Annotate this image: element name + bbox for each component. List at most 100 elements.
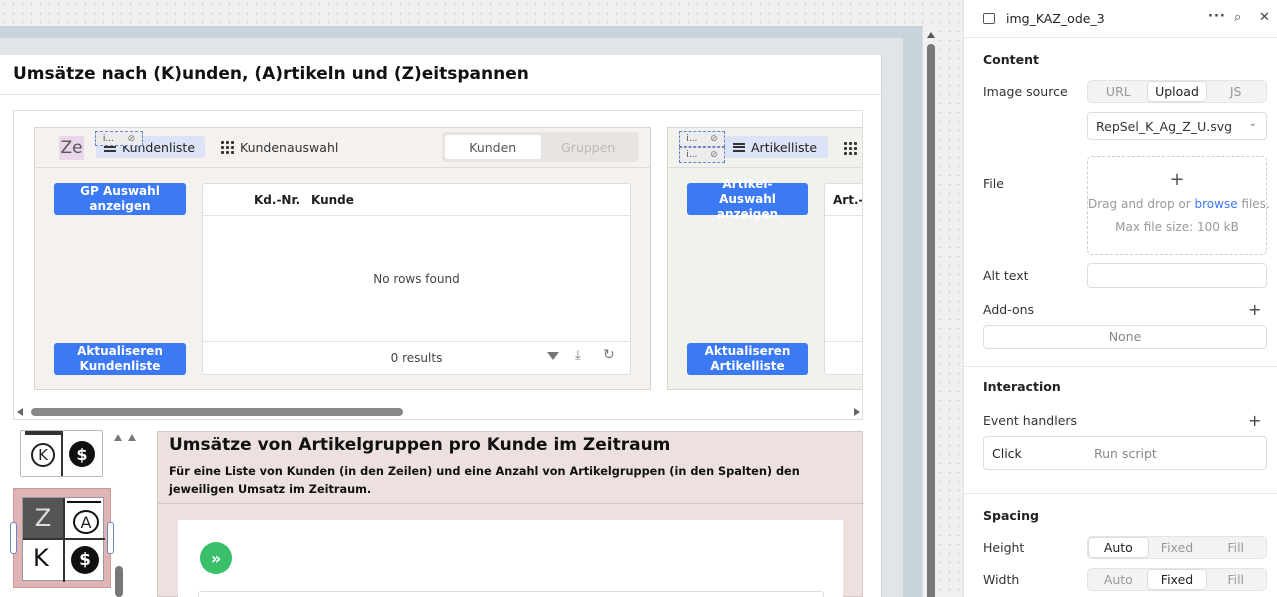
width-fixed[interactable]: Fixed	[1147, 570, 1207, 589]
canvas-scrollbar[interactable]	[922, 26, 938, 597]
add-addon-icon[interactable]: +	[1248, 300, 1261, 319]
table-header: Art.-...	[825, 184, 862, 216]
scroll-thumb-h[interactable]	[31, 408, 403, 416]
resize-handle-left[interactable]	[10, 522, 17, 554]
more-icon[interactable]: ···	[1208, 9, 1226, 24]
add-event-handler-icon[interactable]: +	[1248, 411, 1261, 430]
alt-text-input[interactable]	[1087, 263, 1267, 288]
hidden-badge-2[interactable]: i... ⊘	[679, 147, 725, 163]
refresh-icon[interactable]: ↻	[603, 347, 615, 363]
move-up-icon-2[interactable]	[128, 434, 136, 441]
close-icon[interactable]: ✕	[1259, 10, 1270, 25]
height-fixed[interactable]: Fixed	[1148, 538, 1207, 557]
col-kdnr[interactable]: Kd.-Nr.	[254, 193, 300, 207]
kunden-panel: Ze Kundenliste i... ⊘ Kundenauswahl Kund…	[34, 127, 651, 390]
scroll-up-arrow-icon[interactable]	[927, 32, 935, 38]
kunden-table: Kd.-Nr. Kunde No rows found 0 results ⤓ …	[202, 183, 631, 375]
search-icon[interactable]: ⌕	[1234, 10, 1241, 25]
scroll-left-arrow-icon[interactable]	[17, 408, 23, 416]
empty-message: No rows found	[373, 272, 460, 286]
divider	[964, 37, 1277, 38]
chevron-down-icon: ⌄	[1248, 118, 1257, 129]
artikel-auswahl-button[interactable]: Artikel-Auswahl anzeigen	[687, 177, 808, 221]
toggle-kunden[interactable]: Kunden	[445, 135, 541, 159]
results-count: 0 results	[390, 351, 443, 365]
event-handler-row[interactable]: Click Run script	[983, 436, 1267, 470]
height-toggle[interactable]: Auto Fixed Fill	[1087, 536, 1267, 559]
move-up-icon[interactable]	[114, 434, 122, 441]
section-description: Für eine Liste von Kunden (in den Zeilen…	[169, 465, 800, 496]
tab-artikelliste-label: Artikelliste	[751, 139, 818, 155]
width-fill[interactable]: Fill	[1206, 570, 1265, 589]
event-name: Click	[992, 446, 1022, 461]
source-upload[interactable]: Upload	[1147, 82, 1207, 101]
grid-icon	[221, 140, 234, 154]
height-fill[interactable]: Fill	[1206, 538, 1265, 557]
eye-off-icon: ⊘	[127, 133, 136, 144]
dollar-icon-2: $	[71, 546, 99, 574]
tab-kundenauswahl[interactable]: Kundenauswahl	[213, 136, 346, 158]
source-url[interactable]: URL	[1089, 82, 1148, 101]
event-action: Run script	[1094, 446, 1157, 461]
refresh-kundenliste-button[interactable]: Aktualiseren Kundenliste	[54, 343, 186, 375]
table-footer	[825, 341, 862, 374]
tab-kundenauswahl-label: Kundenauswahl	[240, 139, 339, 155]
component-name[interactable]: img_KAZ_ode_3	[1006, 11, 1105, 26]
resize-handle-right[interactable]	[107, 522, 114, 554]
source-js[interactable]: JS	[1206, 82, 1265, 101]
file-dropzone[interactable]: + Drag and drop or browse files. Max fil…	[1087, 156, 1270, 255]
hidden-badge[interactable]: i... ⊘	[95, 131, 143, 146]
download-icon[interactable]: ⤓	[575, 348, 581, 363]
tab-artikelliste[interactable]: Artikelliste	[725, 136, 828, 158]
editor-canvas: Umsätze nach (K)unden, (A)rtikeln und (Z…	[0, 0, 963, 597]
height-auto[interactable]: Auto	[1089, 538, 1148, 557]
arrow-right-icon	[67, 501, 101, 503]
col-kunde[interactable]: Kunde	[311, 193, 354, 207]
toggle-gruppen[interactable]: Gruppen	[541, 135, 637, 159]
k-icon-2: K	[33, 544, 49, 572]
thumb-kd-image[interactable]: K $	[20, 430, 103, 477]
artikel-table: Art.-...	[824, 183, 862, 375]
artikel-panel-header: i... ⊘ i... ⊘ Artikelliste	[668, 128, 862, 168]
file-select[interactable]: RepSel_K_Ag_Z_U.svg ⌄	[1087, 112, 1267, 140]
spacing-section-title: Spacing	[983, 508, 1039, 523]
content-section-title: Content	[983, 52, 1039, 67]
refresh-artikelliste-button[interactable]: Aktualiseren Artikelliste	[687, 343, 808, 375]
width-toggle[interactable]: Auto Fixed Fill	[1087, 568, 1267, 591]
hidden-badge-2-label: i...	[686, 150, 698, 160]
drop-text-pre: Drag and drop or	[1088, 197, 1195, 211]
hidden-badge-1[interactable]: i... ⊘	[679, 131, 725, 147]
addons-box[interactable]: None	[983, 325, 1267, 349]
thumb-zakd-image-selected[interactable]: Z A K $	[10, 488, 114, 588]
section-inner-table	[198, 591, 824, 597]
page-title: Umsätze nach (K)unden, (A)rtikeln und (Z…	[13, 64, 529, 84]
col-artnr[interactable]: Art.-...	[833, 193, 862, 207]
logo-ze: Ze	[59, 136, 84, 160]
container-scrollbar[interactable]	[17, 406, 860, 418]
horizontal-container: Ze Kundenliste i... ⊘ Kundenauswahl Kund…	[13, 110, 863, 420]
section-inner-card: »	[178, 520, 843, 597]
kunden-gruppen-toggle[interactable]: Kunden Gruppen	[442, 132, 639, 162]
alt-text-label: Alt text	[983, 268, 1029, 283]
drop-text-post: files.	[1237, 197, 1270, 211]
addons-value: None	[1108, 329, 1142, 344]
forward-icon[interactable]: »	[200, 542, 232, 574]
image-source-toggle[interactable]: URL Upload JS	[1087, 80, 1267, 103]
plus-icon: +	[1169, 169, 1185, 190]
browse-link[interactable]: browse	[1195, 197, 1238, 211]
grid-icon[interactable]	[844, 142, 857, 155]
a-icon: A	[73, 510, 99, 534]
table-footer: 0 results ⤓ ↻	[203, 341, 630, 374]
width-auto[interactable]: Auto	[1089, 570, 1148, 589]
scroll-right-arrow-icon[interactable]	[854, 408, 860, 416]
hidden-badge-1-label: i...	[686, 134, 698, 144]
thumb-bar	[25, 431, 61, 435]
gp-auswahl-button[interactable]: GP Auswahl anzeigen	[54, 183, 186, 215]
hidden-badge-label: i...	[102, 133, 114, 144]
divider	[964, 493, 1277, 494]
filter-icon[interactable]	[547, 352, 559, 360]
thumb-scroll[interactable]	[115, 566, 123, 597]
kunden-panel-header: Ze Kundenliste i... ⊘ Kundenauswahl Kund…	[35, 128, 650, 168]
scroll-thumb[interactable]	[927, 44, 935, 597]
k-icon: K	[31, 443, 55, 467]
